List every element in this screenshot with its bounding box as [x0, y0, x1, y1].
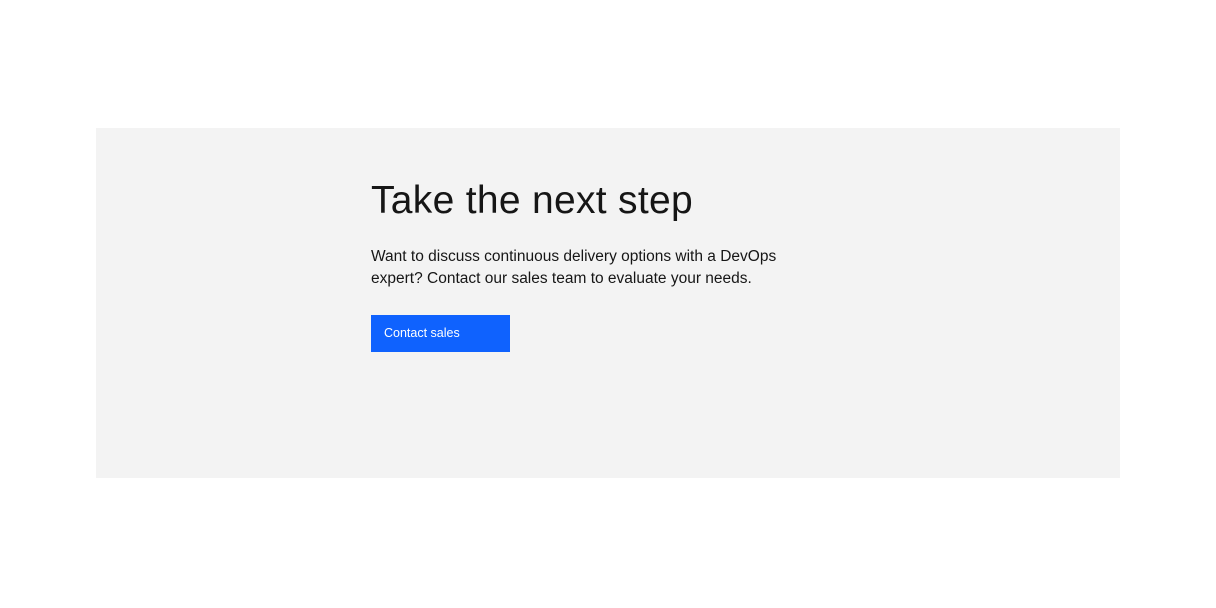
page: Take the next step Want to discuss conti… [0, 0, 1216, 608]
cta-description: Want to discuss continuous delivery opti… [371, 248, 777, 287]
cta-heading: Take the next step [371, 179, 693, 222]
cta-content: Take the next step Want to discuss conti… [371, 178, 811, 352]
contact-sales-button[interactable]: Contact sales [371, 315, 510, 352]
cta-panel: Take the next step Want to discuss conti… [96, 128, 1120, 478]
